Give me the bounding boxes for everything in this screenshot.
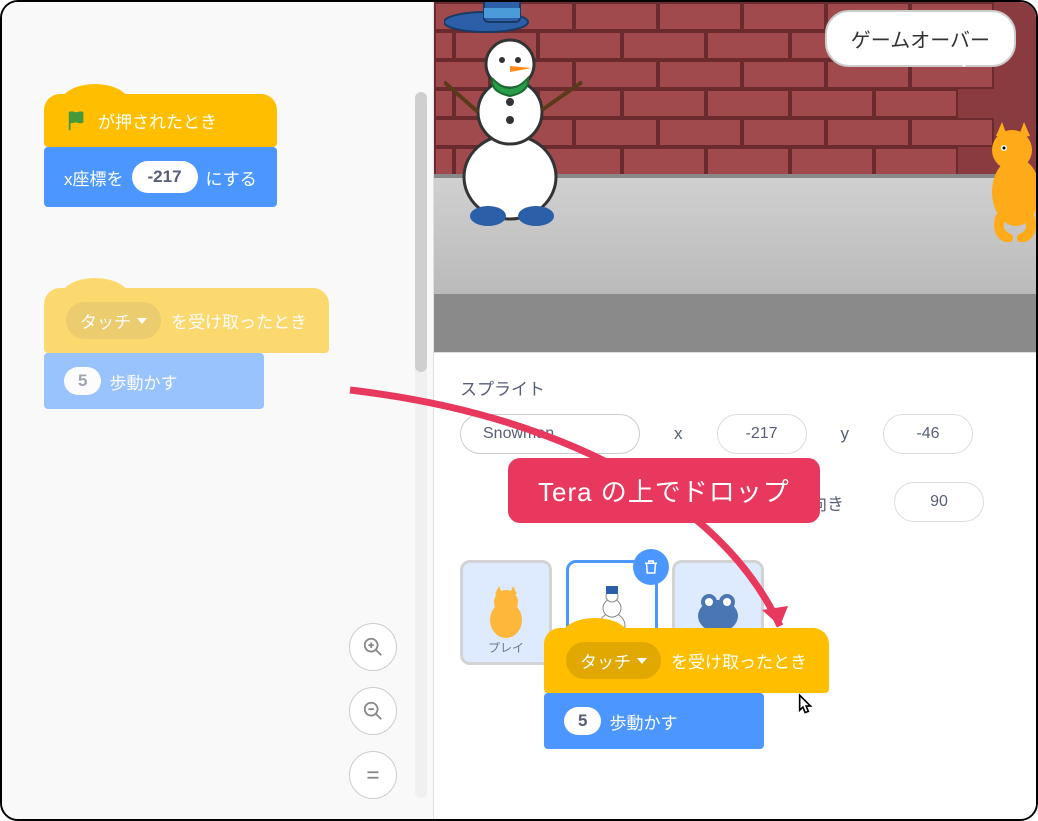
scrollbar-thumb[interactable] <box>415 92 427 372</box>
move-suffix-dragging: 歩動かす <box>609 709 677 734</box>
stage[interactable]: ゲームオーバー <box>434 2 1036 352</box>
speech-bubble: ゲームオーバー <box>825 10 1016 67</box>
script-area[interactable]: が押されたとき x座標を -217 にする タッチ を受け取ったとき 5 歩動か… <box>2 2 434 819</box>
zoom-reset-button[interactable] <box>349 751 397 799</box>
when-flag-clicked-hat[interactable]: が押されたとき <box>44 94 277 147</box>
sprite-name-input[interactable] <box>460 414 640 454</box>
script-stack-2-ghost: タッチ を受け取ったとき 5 歩動かす <box>44 288 329 409</box>
motion-suffix: にする <box>206 165 257 190</box>
message-dropdown-ghost: タッチ <box>66 302 161 339</box>
set-x-block[interactable]: x座標を -217 にする <box>44 147 277 207</box>
move-suffix-ghost: 歩動かす <box>109 369 177 394</box>
motion-prefix: x座標を <box>64 165 124 190</box>
x-value[interactable]: -217 <box>717 414 807 454</box>
sprite-thumb-player[interactable]: プレイ <box>460 560 552 665</box>
speech-text: ゲームオーバー <box>851 30 990 52</box>
delete-sprite-button[interactable] <box>633 549 669 585</box>
scrollbar-track[interactable] <box>415 92 427 798</box>
x-label: x <box>674 424 683 444</box>
script-stack-1[interactable]: が押されたとき x座標を -217 にする <box>44 94 277 207</box>
move-steps-block-dragging[interactable]: 5 歩動かす <box>544 693 764 749</box>
steps-value-dragging[interactable]: 5 <box>564 707 601 735</box>
sprite-row-1: x -217 y -46 <box>460 414 1010 454</box>
zoom-in-button[interactable] <box>349 623 397 671</box>
when-receive-hat-dragging[interactable]: タッチ を受け取ったとき <box>544 628 829 693</box>
x-value-input[interactable]: -217 <box>132 161 198 193</box>
trash-icon <box>642 558 660 576</box>
equals-icon <box>362 764 384 786</box>
y-label: y <box>841 424 850 444</box>
sprite-section-label: スプライト <box>460 375 1010 400</box>
zoom-out-icon <box>362 700 384 722</box>
chevron-down-icon <box>137 318 147 324</box>
move-steps-block-ghost: 5 歩動かす <box>44 353 264 409</box>
zoom-in-icon <box>362 636 384 658</box>
cat-thumb-icon <box>479 586 533 640</box>
cat-sprite[interactable] <box>986 122 1036 242</box>
y-value[interactable]: -46 <box>883 414 973 454</box>
zoom-out-button[interactable] <box>349 687 397 735</box>
annotation-callout: Tera の上でドロップ <box>508 458 820 523</box>
direction-value[interactable]: 90 <box>894 482 984 522</box>
hat-suffix-dragging: を受け取ったとき <box>671 648 807 673</box>
hat-label: が押されたとき <box>98 108 217 133</box>
steps-value-ghost: 5 <box>64 367 101 395</box>
pointer-cursor-icon <box>791 693 817 719</box>
zoom-controls <box>349 623 397 799</box>
stage-road <box>434 294 1036 352</box>
annotation-text: Tera の上でドロップ <box>538 477 790 507</box>
snowman-sprite[interactable] <box>444 2 584 232</box>
dragging-block-stack[interactable]: タッチ を受け取ったとき 5 歩動かす <box>544 628 829 749</box>
green-flag-icon <box>66 110 88 132</box>
app-root: が押されたとき x座標を -217 にする タッチ を受け取ったとき 5 歩動か… <box>0 0 1038 821</box>
hat-suffix-ghost: を受け取ったとき <box>171 308 307 333</box>
message-dropdown-dragging[interactable]: タッチ <box>566 642 661 679</box>
chevron-down-icon <box>637 658 647 664</box>
thumb-label-player: プレイ <box>488 639 524 656</box>
when-receive-hat-ghost: タッチ を受け取ったとき <box>44 288 329 353</box>
